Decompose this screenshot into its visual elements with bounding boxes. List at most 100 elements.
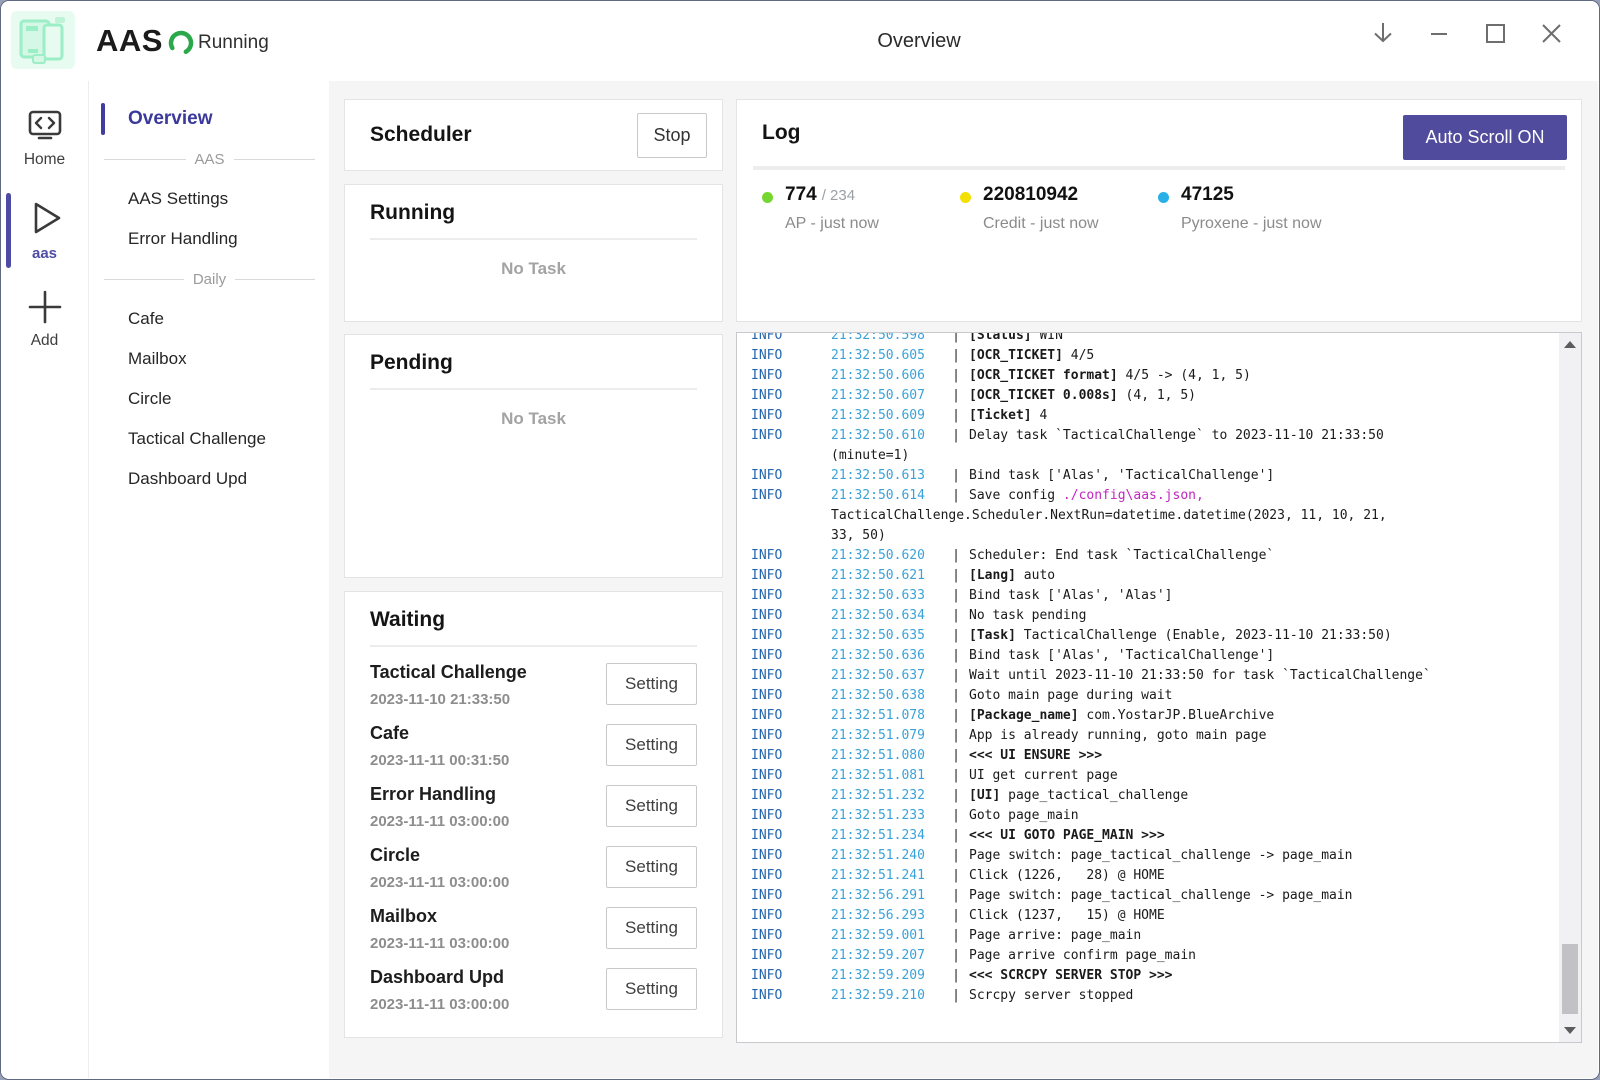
- log-line: INFO21:32:50.607|[OCR_TICKET 0.008s] (4,…: [751, 386, 1559, 406]
- log-line: TacticalChallenge.Scheduler.NextRun=date…: [751, 506, 1559, 526]
- log-message: [Package_name] com.YostarJP.BlueArchive: [969, 706, 1274, 726]
- nav-section-label: Daily: [193, 271, 226, 288]
- auto-scroll-button[interactable]: Auto Scroll ON: [1403, 115, 1567, 160]
- setting-button-error-handling[interactable]: Setting: [606, 785, 697, 827]
- activity-item-home[interactable]: Home: [1, 99, 88, 179]
- stat-ap: 774/ 234AP - just now: [762, 184, 960, 233]
- nav-item-tactical-challenge[interactable]: Tactical Challenge: [90, 419, 329, 459]
- minimize-icon[interactable]: [1425, 17, 1453, 49]
- nav-item-dashboard-upd[interactable]: Dashboard Upd: [90, 459, 329, 499]
- log-message: UI get current page: [969, 766, 1118, 786]
- setting-button-mailbox[interactable]: Setting: [606, 907, 697, 949]
- home-icon: [24, 105, 66, 147]
- scrollbar-thumb[interactable]: [1562, 944, 1578, 1014]
- divider-line: [104, 279, 184, 280]
- scroll-up-icon[interactable]: [1559, 335, 1581, 355]
- log-message: Save config ./config\aas.json,: [969, 486, 1204, 506]
- log-line: INFO21:32:50.634|No task pending: [751, 606, 1559, 626]
- download-icon[interactable]: [1369, 17, 1397, 49]
- scroll-down-icon[interactable]: [1559, 1020, 1581, 1040]
- log-message: Goto main page during wait: [969, 686, 1173, 706]
- log-line: INFO21:32:56.291|Page switch: page_tacti…: [751, 886, 1559, 906]
- log-separator: |: [943, 986, 969, 1006]
- stat-total: / 234: [822, 187, 855, 204]
- log-level-spacer: [751, 526, 831, 546]
- log-separator: |: [943, 346, 969, 366]
- activity-bar: Home aas Add: [1, 81, 89, 1078]
- app-name: AAS: [96, 23, 163, 59]
- log-scrollbar: [1559, 333, 1581, 1042]
- nav-item-error-handling[interactable]: Error Handling: [90, 219, 329, 259]
- log-line: INFO21:32:59.209|<<< SCRCPY SERVER STOP …: [751, 966, 1559, 986]
- running-empty-text: No Task: [345, 259, 722, 279]
- stat-label: AP - just now: [785, 215, 879, 233]
- setting-button-circle[interactable]: Setting: [606, 846, 697, 888]
- log-message: Goto page_main: [969, 806, 1079, 826]
- log-message: Bind task ['Alas', 'TacticalChallenge']: [969, 466, 1274, 486]
- stat-body: 220810942Credit - just now: [983, 184, 1099, 233]
- log-message: Click (1237, 15) @ HOME: [969, 906, 1165, 926]
- log-timestamp: 21:32:50.633: [831, 586, 943, 606]
- stat-value: 47125: [1181, 184, 1234, 205]
- log-level: INFO: [751, 332, 831, 346]
- log-level: INFO: [751, 346, 831, 366]
- log-line: (minute=1): [751, 446, 1559, 466]
- dashboard-stats: 774/ 234AP - just now220810942Credit - j…: [762, 184, 1356, 233]
- log-separator: |: [943, 706, 969, 726]
- close-icon[interactable]: [1537, 17, 1565, 49]
- setting-button-dashboard-upd[interactable]: Setting: [606, 968, 697, 1010]
- log-separator: |: [943, 586, 969, 606]
- log-title: Log: [762, 121, 800, 145]
- maximize-icon[interactable]: [1481, 17, 1509, 49]
- log-separator: |: [943, 806, 969, 826]
- log-timestamp: 21:32:50.636: [831, 646, 943, 666]
- log-level: INFO: [751, 586, 831, 606]
- log-level: INFO: [751, 766, 831, 786]
- nav-item-circle[interactable]: Circle: [90, 379, 329, 419]
- log-lines: INFO21:32:50.598|[Status] WININFO21:32:5…: [737, 332, 1559, 1042]
- log-message-continuation: 33, 50): [831, 526, 886, 546]
- waiting-task-row: Cafe2023-11-11 00:31:50Setting: [370, 718, 697, 779]
- log-line: INFO21:32:59.001|Page arrive: page_main: [751, 926, 1559, 946]
- log-timestamp: 21:32:51.079: [831, 726, 943, 746]
- log-separator: |: [943, 786, 969, 806]
- log-line: INFO21:32:51.232|[UI] page_tactical_chal…: [751, 786, 1559, 806]
- log-line: INFO21:32:50.620|Scheduler: End task `Ta…: [751, 546, 1559, 566]
- log-level: INFO: [751, 886, 831, 906]
- log-timestamp: 21:32:50.637: [831, 666, 943, 686]
- log-timestamp: 21:32:51.080: [831, 746, 943, 766]
- divider: [370, 645, 697, 647]
- log-message: <<< UI GOTO PAGE_MAIN >>>: [969, 826, 1165, 846]
- log-timestamp: 21:32:50.638: [831, 686, 943, 706]
- setting-button-tactical-challenge[interactable]: Setting: [606, 663, 697, 705]
- log-timestamp: 21:32:50.634: [831, 606, 943, 626]
- log-message: [Lang] auto: [969, 566, 1055, 586]
- stop-button[interactable]: Stop: [637, 113, 707, 158]
- log-separator: |: [943, 366, 969, 386]
- log-message: App is already running, goto main page: [969, 726, 1266, 746]
- running-panel: Running No Task: [344, 184, 723, 322]
- nav-menu: OverviewAASAAS SettingsError HandlingDai…: [90, 81, 329, 1078]
- nav-item-cafe[interactable]: Cafe: [90, 299, 329, 339]
- log-message: [OCR_TICKET format] 4/5 -> (4, 1, 5): [969, 366, 1251, 386]
- log-message: Page switch: page_tactical_challenge -> …: [969, 846, 1353, 866]
- log-separator: |: [943, 946, 969, 966]
- log-level: INFO: [751, 486, 831, 506]
- log-separator: |: [943, 546, 969, 566]
- activity-item-add[interactable]: Add: [1, 280, 88, 360]
- log-message: No task pending: [969, 606, 1086, 626]
- activity-item-aas[interactable]: aas: [1, 189, 88, 272]
- nav-item-mailbox[interactable]: Mailbox: [90, 339, 329, 379]
- waiting-task-row: Error Handling2023-11-11 03:00:00Setting: [370, 779, 697, 840]
- setting-button-cafe[interactable]: Setting: [606, 724, 697, 766]
- nav-item-overview[interactable]: Overview: [90, 99, 329, 139]
- pending-title: Pending: [370, 351, 722, 375]
- pending-panel: Pending No Task: [344, 334, 723, 578]
- log-message: Scrcpy server stopped: [969, 986, 1133, 1006]
- log-message-continuation: (minute=1): [831, 446, 909, 466]
- log-console: INFO21:32:50.598|[Status] WININFO21:32:5…: [736, 332, 1582, 1043]
- log-level: INFO: [751, 966, 831, 986]
- titlebar: AAS Running Overview: [1, 1, 1599, 81]
- log-timestamp: 21:32:56.291: [831, 886, 943, 906]
- nav-item-aas-settings[interactable]: AAS Settings: [90, 179, 329, 219]
